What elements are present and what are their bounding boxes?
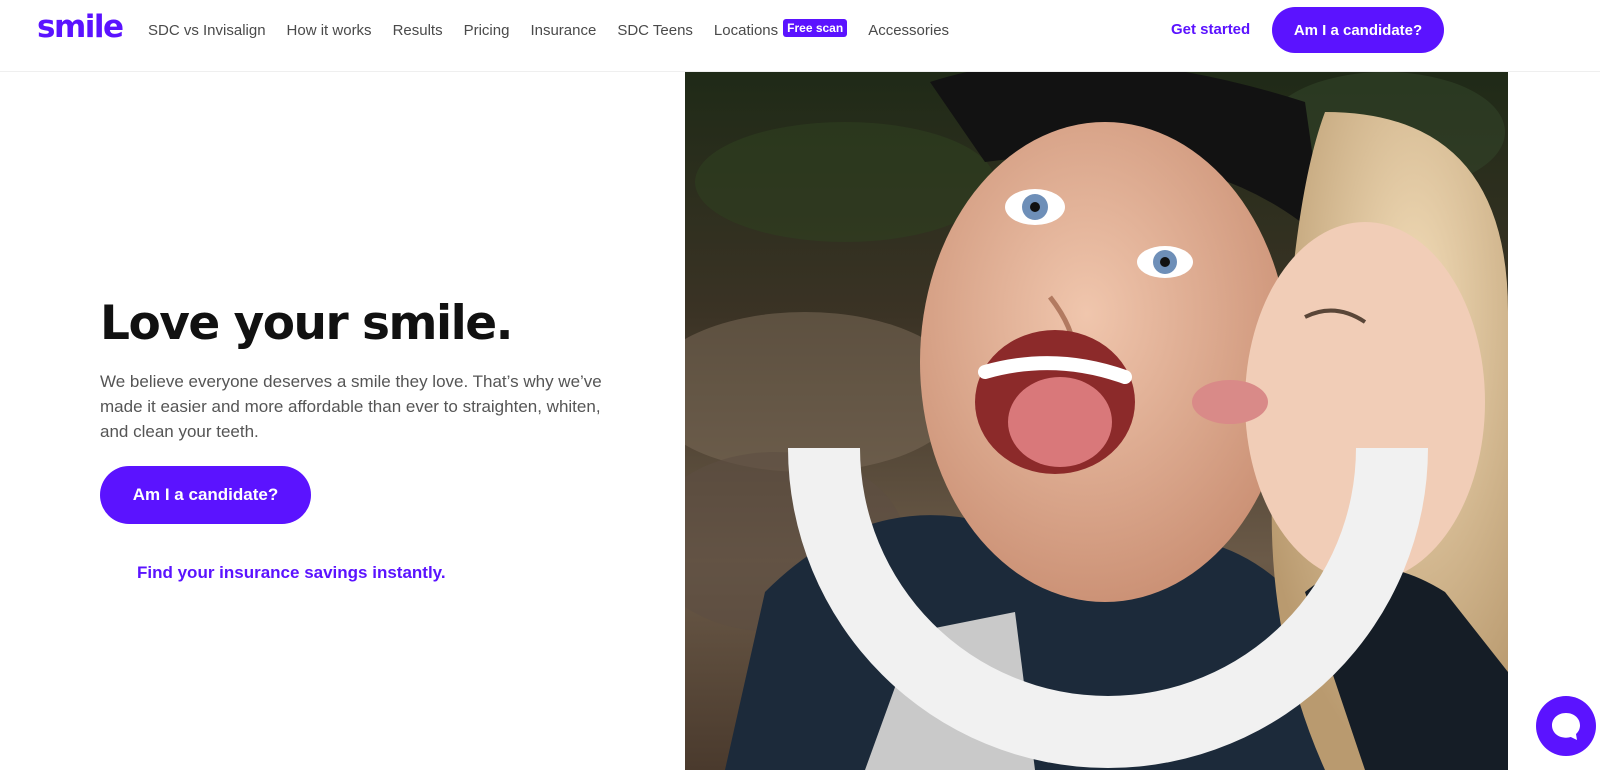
free-scan-badge: Free scan — [783, 19, 848, 37]
hero-description: We believe everyone deserves a smile the… — [100, 372, 602, 441]
nav-item-accessories[interactable]: Accessories — [868, 22, 949, 39]
hero-candidate-button[interactable]: Am I a candidate? — [100, 466, 311, 524]
site-header: smile SDC vs Invisalign How it works Res… — [0, 0, 1600, 72]
header-candidate-button[interactable]: Am I a candidate? — [1272, 7, 1444, 53]
chat-button[interactable] — [1536, 696, 1596, 756]
nav-item-insurance[interactable]: Insurance — [530, 22, 596, 39]
couple-photo-illustration — [685, 72, 1508, 770]
main-nav: SDC vs Invisalign How it works Results P… — [148, 19, 970, 39]
nav-item-sdc-teens[interactable]: SDC Teens — [617, 22, 693, 39]
nav-item-locations[interactable]: Locations Free scan — [713, 19, 848, 39]
nav-item-pricing[interactable]: Pricing — [464, 22, 510, 39]
nav-item-how-it-works[interactable]: How it works — [287, 22, 372, 39]
insurance-savings-link[interactable]: Find your insurance savings instantly. — [137, 563, 446, 583]
smile-logo[interactable]: smile — [37, 9, 124, 45]
get-started-link[interactable]: Get started — [1171, 21, 1250, 38]
nav-item-locations-label: Locations — [713, 21, 779, 39]
nav-item-sdc-vs-invisalign[interactable]: SDC vs Invisalign — [148, 22, 266, 39]
nav-item-results[interactable]: Results — [393, 22, 443, 39]
chat-bubble-icon — [1552, 713, 1580, 740]
hero-photo — [685, 72, 1508, 770]
hero-title: Love your smile. — [100, 296, 513, 351]
